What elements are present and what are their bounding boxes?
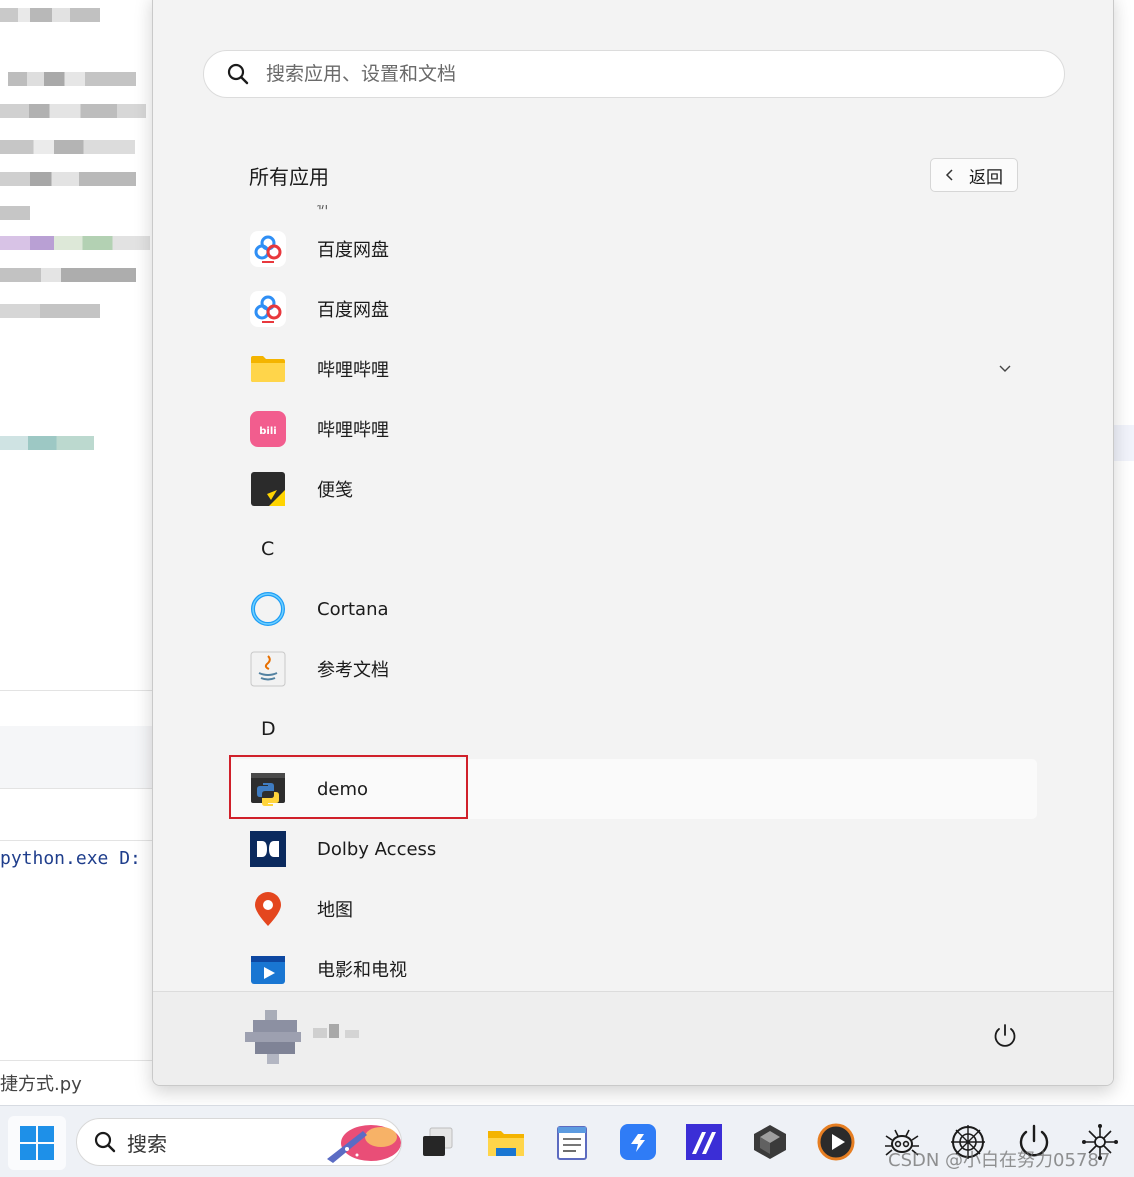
chevron-down-icon[interactable] [997,361,1013,377]
editor-panel-band [0,726,160,788]
maps-icon [255,892,281,926]
task-view-icon[interactable] [418,1122,458,1162]
app-item-baidu-netdisk[interactable]: 百度网盘 [229,219,1037,279]
editor-divider [0,840,160,841]
notepad-icon[interactable] [552,1122,592,1162]
start-menu: 所有应用 返回 析 百度网盘 [152,0,1114,1086]
blurred-text [0,206,30,220]
windows-start-icon [20,1126,54,1160]
blurred-text [8,72,136,86]
start-menu-footer [153,991,1113,1085]
all-apps-list: 析 百度网盘 百度网盘 [229,205,1037,991]
link-app-icon[interactable] [618,1122,658,1162]
app-item-movies-tv[interactable]: 电影和电视 [229,939,1037,991]
power-icon[interactable] [991,1022,1019,1050]
sticky-notes-icon [251,472,285,506]
dolby-icon [250,831,286,867]
app-label: 便笺 [317,480,353,501]
app-item-sticky-notes[interactable]: 便笺 [229,459,1037,519]
list-item-partial[interactable]: 析 [229,205,529,211]
media-player-icon[interactable] [816,1122,856,1162]
file-name-label: 捷方式.py [0,1074,82,1095]
app-item-maps[interactable]: 地图 [229,879,1037,939]
app-item-demo[interactable]: demo [229,759,1037,819]
terminal-command-text: python.exe D: [0,848,141,869]
user-avatar[interactable] [243,1006,307,1066]
chevron-left-icon [945,169,953,181]
app-label: Dolby Access [317,838,437,860]
app-item-reference-docs[interactable]: 参考文档 [229,639,1037,699]
python-app-icon [251,773,285,806]
search-icon [94,1131,116,1153]
start-search-box[interactable] [203,50,1065,98]
app-label: 电影和电视 [317,960,407,981]
back-button[interactable]: 返回 [930,158,1018,192]
app-item-dolby-access[interactable]: Dolby Access [229,819,1037,879]
all-apps-title: 所有应用 [249,165,329,189]
baidu-netdisk-icon [250,291,286,327]
app-label: 百度网盘 [317,300,389,321]
start-button[interactable] [8,1116,66,1170]
folder-icon [251,356,285,382]
app-label: Cortana [317,598,389,620]
editor-divider [0,788,160,789]
movies-tv-icon [251,956,285,984]
app-label: 地图 [317,900,353,921]
editor-divider [0,1060,160,1061]
search-icon [227,63,249,85]
baidu-netdisk-icon [250,231,286,267]
section-letter-d[interactable]: D [261,718,276,740]
blurred-text [0,8,100,22]
blurred-text [0,436,94,450]
app-item-baidu-netdisk[interactable]: 百度网盘 [229,279,1037,339]
blurred-text [0,104,146,118]
app-label: 参考文档 [317,660,389,681]
app-folder-bilibili[interactable]: 哔哩哔哩 [229,339,1037,399]
user-name-blurred [313,1024,359,1038]
start-search-input[interactable] [266,63,1026,85]
app-item-bilibili[interactable]: bili 哔哩哔哩 [229,399,1037,459]
unity-icon[interactable] [750,1122,790,1162]
blurred-text [0,268,136,282]
svg-text:bili: bili [259,426,276,437]
java-docs-icon [250,651,286,687]
app-item-cortana[interactable]: Cortana [229,579,1037,639]
blurred-text [0,140,135,154]
ide-icon[interactable] [684,1122,724,1162]
taskbar-search[interactable]: 搜索 [76,1118,402,1166]
app-label: 哔哩哔哩 [317,420,389,441]
app-label: demo [317,778,369,800]
background-editor-window: python.exe D: 捷方式.py [0,0,160,1105]
file-explorer-icon[interactable] [486,1122,526,1162]
blurred-text [0,172,136,186]
cortana-icon [251,592,285,626]
background-highlight-strip [1112,425,1134,461]
section-letter-c[interactable]: C [261,538,274,560]
watermark-text: CSDN @小白在努力05787 [888,1150,1111,1171]
app-label: 哔哩哔哩 [317,360,389,381]
bilibili-icon: bili [250,411,286,447]
back-button-label: 返回 [969,167,1003,188]
blurred-text [0,304,100,318]
editor-divider [0,690,160,691]
app-label: 百度网盘 [317,240,389,261]
search-highlight-art [327,1125,401,1163]
blurred-text [0,236,150,250]
taskbar-search-label: 搜索 [127,1131,167,1156]
app-label-partial: 析 [317,205,329,212]
